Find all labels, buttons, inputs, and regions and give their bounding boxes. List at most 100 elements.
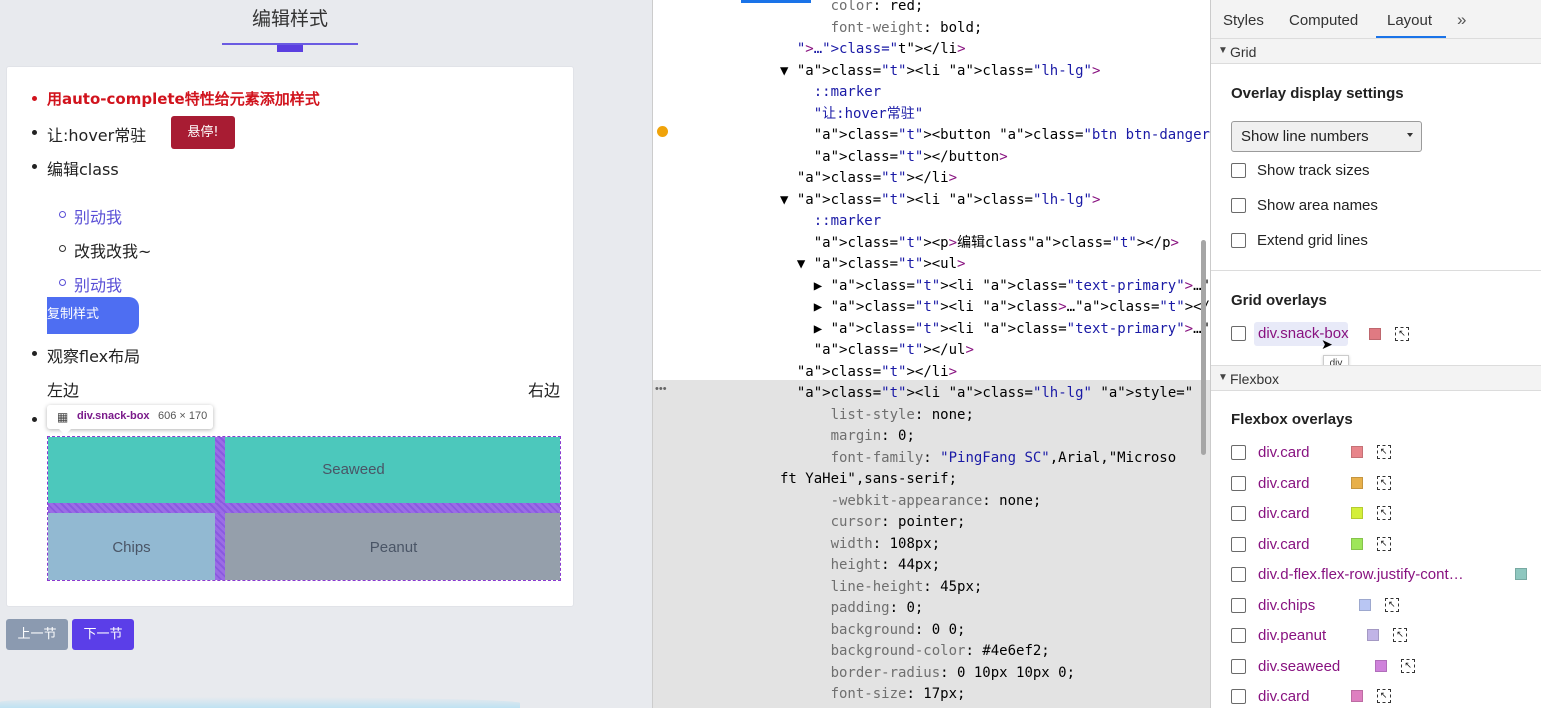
list-item-edit-class[interactable]: 编辑class (47, 156, 119, 180)
snack-box-grid[interactable]: Seaweed Chips Peanut (47, 436, 561, 581)
flex-overlay-checkbox[interactable] (1231, 597, 1246, 613)
dom-line[interactable]: ::marker (780, 211, 881, 232)
extend-grid-lines-label[interactable]: Extend grid lines (1257, 232, 1368, 249)
dom-line[interactable]: ft YaHei",sans-serif; (780, 469, 957, 490)
overlay-color-swatch[interactable] (1358, 598, 1371, 611)
reveal-element-icon[interactable]: ↖ (1395, 327, 1409, 341)
flex-overlay-checkbox[interactable] (1231, 658, 1246, 674)
dom-line[interactable]: "让:hover常驻" (780, 104, 923, 125)
reveal-element-icon[interactable]: ↖ (1376, 689, 1391, 703)
flex-overlay-name[interactable]: div.chips (1258, 597, 1315, 614)
dom-line[interactable]: border-radius: 0 10px 10px 0; (780, 663, 1075, 684)
overlay-color-swatch[interactable] (1367, 629, 1379, 641)
dom-line[interactable]: ▼ "a">class="t"><ul> (780, 254, 966, 275)
dom-line[interactable]: cursor: pointer; (780, 512, 966, 533)
list-item-flex[interactable]: 观察flex布局 (47, 343, 140, 367)
dom-line[interactable]: "a">class="t"><p>编辑class"a">class="t"></… (780, 233, 1179, 254)
overlay-color-swatch[interactable] (1369, 328, 1381, 340)
dom-line[interactable]: background-color: #4e6ef2; (780, 641, 1050, 662)
next-section-button[interactable]: 下一节 (72, 619, 134, 650)
overlay-color-swatch[interactable] (1375, 659, 1388, 672)
overlay-color-swatch[interactable] (1350, 507, 1363, 519)
dom-line[interactable]: ▶ "a">class="t"><li "a">class="text-prim… (780, 319, 1210, 340)
dom-line[interactable]: list-style: none; (780, 405, 974, 426)
grid-section-header[interactable]: ▼ Grid (1211, 38, 1541, 64)
dom-line[interactable]: ">…">class="t"></li> (780, 39, 966, 60)
dom-line[interactable]: "a">class="t"></li> (780, 168, 957, 189)
dom-line[interactable]: margin: 0; (780, 426, 915, 447)
elements-scrollbar[interactable] (1201, 240, 1206, 455)
dom-line[interactable]: font-weight: bold; (780, 18, 983, 39)
dom-line[interactable]: line-height: 45px; (780, 577, 983, 598)
overlay-color-swatch[interactable] (1350, 476, 1363, 489)
prev-section-button[interactable]: 上一节 (6, 619, 68, 650)
reveal-element-icon[interactable]: ↖ (1376, 475, 1391, 490)
reveal-element-icon[interactable]: ↖ (1384, 597, 1399, 612)
node-actions-icon[interactable]: ••• (655, 383, 667, 395)
flex-overlay-name[interactable]: div.card (1258, 536, 1309, 553)
dom-line[interactable]: ▼ "a">class="t"><li "a">class="lh-lg"> (780, 190, 1100, 211)
dom-line[interactable]: width: 108px; (780, 534, 941, 555)
reveal-element-icon[interactable]: ↖ (1401, 658, 1416, 673)
list-item-hover[interactable]: 让:hover常驻 (47, 122, 146, 146)
tab-layout[interactable]: Layout (1387, 12, 1432, 29)
reveal-element-icon[interactable]: ↖ (1376, 445, 1391, 459)
sub-item-dont-touch-1[interactable]: 别动我 (74, 204, 122, 228)
grid-cell-seaweed[interactable]: Seaweed (225, 437, 560, 503)
line-numbers-select[interactable]: Show line numbers (1231, 121, 1422, 152)
dom-line[interactable]: color: red; (780, 0, 924, 17)
grid-cell-peanut[interactable]: Peanut (225, 513, 560, 580)
dom-line[interactable]: ▼ "a">class="t"><li "a">class="lh-lg"> (780, 61, 1100, 82)
overlay-color-swatch[interactable] (1515, 568, 1527, 580)
show-area-names-label[interactable]: Show area names (1257, 197, 1378, 214)
flexbox-section-header[interactable]: ▼ Flexbox (1211, 365, 1541, 391)
overlay-color-swatch[interactable] (1350, 446, 1363, 458)
sub-item-change-me[interactable]: 改我改我~ (74, 238, 151, 262)
list-item-autocomplete[interactable]: 用auto-complete特性给元素添加样式 (47, 88, 320, 109)
flex-overlay-checkbox[interactable] (1231, 689, 1246, 704)
more-tabs-icon[interactable]: » (1457, 10, 1466, 30)
flex-overlay-checkbox[interactable] (1231, 628, 1246, 643)
flex-overlay-name[interactable]: div.seaweed (1258, 658, 1340, 675)
dom-line[interactable]: padding: 0; (780, 598, 924, 619)
dom-line[interactable]: background: 0 0; (780, 620, 966, 641)
dom-line[interactable]: "a">class="t"></button> (780, 147, 1008, 168)
dom-line[interactable]: font-family: "PingFang SC",Arial,"Micros… (780, 448, 1177, 469)
reveal-element-icon[interactable]: ↖ (1393, 628, 1407, 642)
dom-line[interactable]: ▶ "a">class="t"><li "a">class>…"a">class… (780, 297, 1210, 318)
copy-style-button[interactable]: 复制样式 (47, 297, 139, 334)
flex-overlay-name[interactable]: div.card (1258, 475, 1309, 492)
flex-overlay-name[interactable]: div.card (1258, 505, 1309, 522)
dom-line[interactable]: "a">class="t"><button "a">class="btn btn… (780, 125, 1210, 146)
grid-cell-chips[interactable]: Chips (48, 513, 215, 580)
dom-line[interactable]: ▶ "a">class="t"><li "a">class="text-prim… (780, 276, 1210, 297)
tab-styles[interactable]: Styles (1223, 12, 1264, 29)
grid-overlay-name[interactable]: div.snack-box (1258, 325, 1349, 342)
flex-overlay-checkbox[interactable] (1231, 506, 1246, 521)
sub-item-dont-touch-2[interactable]: 别动我 (74, 272, 122, 296)
dom-line[interactable]: font-size: 17px; (780, 684, 966, 705)
flex-overlay-checkbox[interactable] (1231, 475, 1246, 491)
issue-badge-icon[interactable] (657, 126, 668, 137)
dom-line[interactable]: "a">class="t"></ul> (780, 340, 974, 361)
dom-line[interactable]: "a">class="t"><li "a">class="lh-lg" "a">… (780, 383, 1193, 404)
snack-box-overlay-checkbox[interactable] (1231, 326, 1246, 341)
overlay-color-swatch[interactable] (1350, 537, 1363, 550)
show-track-sizes-checkbox[interactable] (1231, 163, 1246, 178)
flex-overlay-name[interactable]: div.card (1258, 444, 1309, 461)
dom-line[interactable]: -webkit-appearance: none; (780, 491, 1042, 512)
tab-computed[interactable]: Computed (1289, 12, 1358, 29)
dom-line[interactable]: "a">class="t"></li> (780, 362, 957, 383)
overlay-color-swatch[interactable] (1350, 690, 1363, 702)
extend-grid-lines-checkbox[interactable] (1231, 233, 1246, 248)
reveal-element-icon[interactable]: ↖ (1376, 506, 1391, 520)
show-area-names-checkbox[interactable] (1231, 198, 1246, 213)
reveal-element-icon[interactable]: ↖ (1376, 536, 1391, 551)
flex-overlay-name[interactable]: div.peanut (1258, 627, 1326, 644)
dom-line[interactable]: height: 44px; (780, 555, 941, 576)
pause-button[interactable]: 悬停! (171, 116, 235, 149)
flex-overlay-name[interactable]: div.d-flex.flex-row.justify-cont… (1258, 566, 1464, 583)
dom-line[interactable]: ::marker (780, 82, 881, 103)
flex-overlay-name[interactable]: div.card (1258, 688, 1309, 705)
flex-overlay-checkbox[interactable] (1231, 445, 1246, 460)
